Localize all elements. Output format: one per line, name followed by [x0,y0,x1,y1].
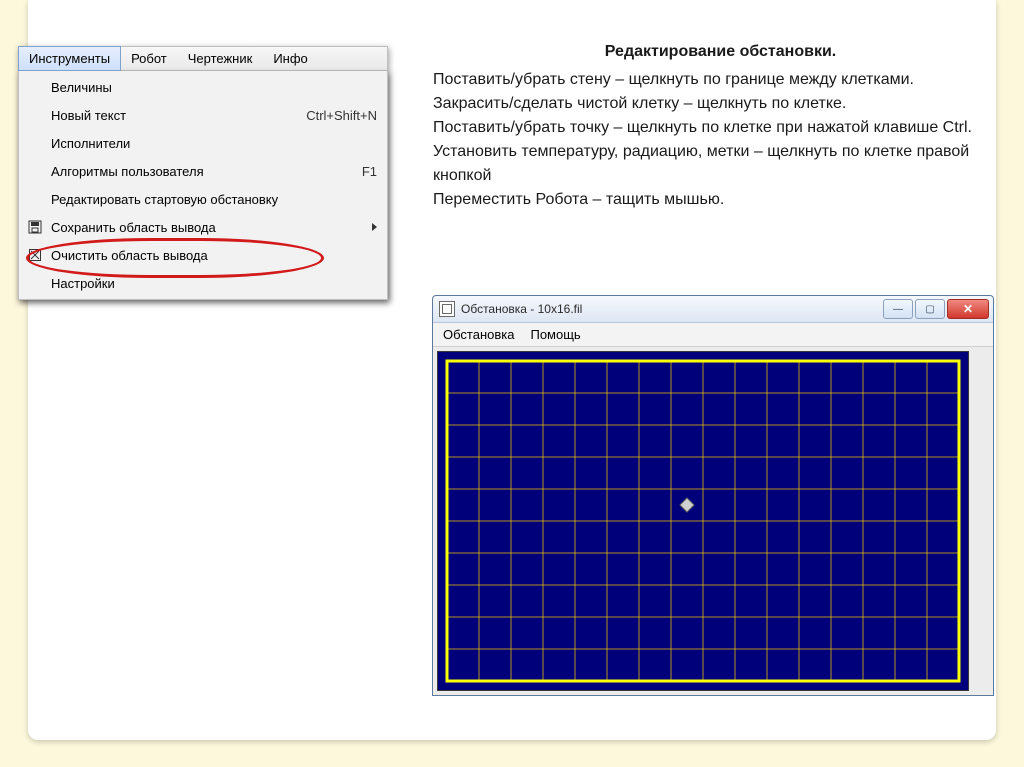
tools-menu-panel: Инструменты Робот Чертежник Инфо Величин… [18,46,388,300]
minimize-button[interactable]: — [883,299,913,319]
blank-icon [25,191,45,207]
blank-icon [25,163,45,179]
dropdown-item-user-algorithms[interactable]: Алгоритмы пользователя F1 [19,157,387,185]
save-icon [25,219,45,235]
menubar-item-info[interactable]: Инфо [263,47,318,70]
dropdown-item-executors[interactable]: Исполнители [19,129,387,157]
dropdown-item-label: Новый текст [51,108,286,123]
dropdown-item-label: Настройки [51,276,377,291]
instructions-line: Установить температуру, радиацию, метки … [433,140,1008,188]
dropdown-item-shortcut: Ctrl+Shift+N [286,108,377,123]
environment-window: Обстановка - 10x16.fil — ▢ ✕ Обстановка … [432,295,994,696]
menubar-item-draftsman[interactable]: Чертежник [178,47,264,70]
blank-icon [25,79,45,95]
clear-icon [25,247,45,263]
dropdown-item-label: Редактировать стартовую обстановку [51,192,377,207]
dropdown-item-edit-start-env[interactable]: Редактировать стартовую обстановку [19,185,387,213]
instructions-line: Поставить/убрать точку – щелкнуть по кле… [433,116,1008,140]
env-menubar: Обстановка Помощь [433,323,993,347]
app-icon [439,301,455,317]
page-card: Инструменты Робот Чертежник Инфо Величин… [28,0,996,740]
env-canvas-wrap [433,347,993,695]
instructions-line: Закрасить/сделать чистой клетку – щелкну… [433,92,1008,116]
dropdown-item-label: Алгоритмы пользователя [51,164,342,179]
blank-icon [25,275,45,291]
env-menu-environment[interactable]: Обстановка [443,327,514,342]
instructions-line: Поставить/убрать стену – щелкнуть по гра… [433,68,1008,92]
instructions-line: Переместить Робота – тащить мышью. [433,188,1008,212]
window-titlebar[interactable]: Обстановка - 10x16.fil — ▢ ✕ [433,296,993,323]
dropdown-item-new-text[interactable]: Новый текст Ctrl+Shift+N [19,101,387,129]
robot-grid-canvas[interactable] [437,351,969,691]
menubar-item-tools[interactable]: Инструменты [18,46,121,71]
dropdown-item-label: Очистить область вывода [51,248,377,263]
maximize-button[interactable]: ▢ [915,299,945,319]
submenu-arrow-icon [372,223,377,231]
dropdown-item-settings[interactable]: Настройки [19,269,387,297]
dropdown-item-save-output[interactable]: Сохранить область вывода [19,213,387,241]
dropdown-item-clear-output[interactable]: Очистить область вывода [19,241,387,269]
app-menubar: Инструменты Робот Чертежник Инфо [18,46,388,71]
dropdown-item-label: Величины [51,80,377,95]
instructions-block: Редактирование обстановки. Поставить/убр… [433,40,1008,212]
dropdown-item-label: Исполнители [51,136,377,151]
menubar-item-robot[interactable]: Робот [121,47,178,70]
env-menu-help[interactable]: Помощь [530,327,580,342]
window-title: Обстановка - 10x16.fil [461,302,883,316]
close-button[interactable]: ✕ [947,299,989,319]
dropdown-item-label: Сохранить область вывода [51,220,364,235]
instructions-title: Редактирование обстановки. [433,40,1008,64]
blank-icon [25,107,45,123]
blank-icon [25,135,45,151]
dropdown-item-values[interactable]: Величины [19,73,387,101]
window-controls: — ▢ ✕ [883,299,989,319]
tools-dropdown: Величины Новый текст Ctrl+Shift+N Исполн… [18,71,388,300]
dropdown-item-shortcut: F1 [342,164,377,179]
